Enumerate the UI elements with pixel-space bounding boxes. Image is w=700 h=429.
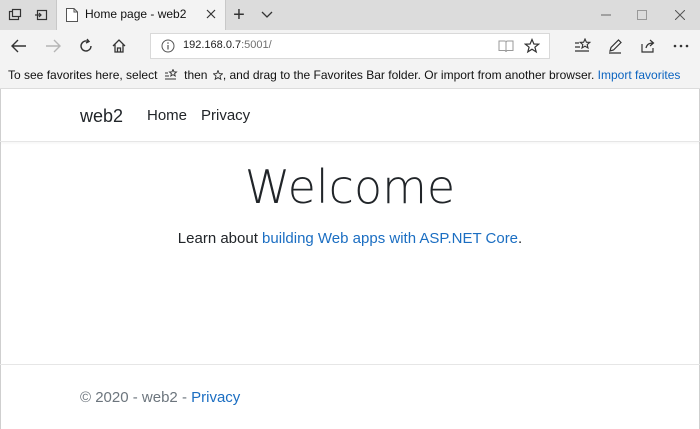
learn-prefix: Learn about (177, 230, 263, 247)
url-text[interactable]: 192.168.0.7:5001/ (183, 39, 272, 51)
address-bar[interactable]: 192.168.0.7:5001/ (150, 33, 550, 59)
browser-tab[interactable]: Home page - web2 (56, 0, 226, 30)
page-heading: Welcome (244, 160, 456, 214)
learn-suffix: . (518, 230, 523, 247)
favorites-hub-small-icon (164, 68, 178, 84)
url-host: 192.168.0.7 (183, 39, 242, 51)
browser-toolbar: 192.168.0.7:5001/ (0, 30, 700, 62)
home-icon[interactable] (108, 35, 130, 57)
back-icon[interactable] (8, 35, 30, 57)
tab-title: Home page - web2 (85, 7, 187, 21)
site-info-icon[interactable] (159, 37, 177, 55)
tab-list-chevron-icon[interactable] (258, 6, 276, 24)
tab-close-icon[interactable] (205, 7, 217, 25)
set-aside-tabs-icon[interactable] (6, 6, 24, 24)
footer-text: © 2020 - web2 - Privacy (80, 389, 240, 406)
learn-about-text: Learn about building Web apps with ASP.N… (0, 230, 700, 247)
close-icon[interactable] (662, 0, 698, 30)
import-favorites-link[interactable]: Import favorites (598, 68, 681, 82)
footer-copyright: © 2020 - web2 - (80, 389, 192, 406)
star-small-icon (212, 69, 224, 83)
new-tab-button[interactable]: + (230, 4, 248, 26)
share-icon[interactable] (637, 35, 659, 57)
more-dots-icon[interactable] (670, 35, 692, 57)
site-brand[interactable]: web2 (80, 106, 123, 127)
refresh-icon[interactable] (75, 35, 97, 57)
aspnet-docs-link[interactable]: building Web apps with ASP.NET Core (262, 230, 518, 247)
footer-privacy-link[interactable]: Privacy (191, 389, 240, 406)
notes-pen-icon[interactable] (604, 35, 626, 57)
tab-preview-icon[interactable] (32, 6, 50, 24)
favbar-text-1: To see favorites here, select (8, 68, 158, 82)
favbar-text-3: , and drag to the Favorites Bar folder. … (222, 68, 595, 82)
minimize-icon[interactable] (588, 0, 624, 30)
maximize-icon[interactable] (624, 0, 660, 30)
title-bar: Home page - web2 + (0, 0, 700, 30)
nav-link-home[interactable]: Home (147, 107, 187, 124)
forward-icon[interactable] (42, 35, 64, 57)
page-favicon (63, 6, 81, 24)
site-footer: © 2020 - web2 - Privacy (0, 364, 700, 429)
url-port-path: :5001/ (241, 39, 272, 51)
favorites-hub-icon[interactable] (572, 35, 594, 57)
favorites-bar-message: To see favorites here, select then , and… (8, 68, 680, 84)
favbar-text-2: then (184, 68, 208, 82)
favorite-star-icon[interactable] (523, 37, 541, 55)
nav-link-privacy[interactable]: Privacy (201, 107, 250, 124)
reading-view-icon[interactable] (497, 37, 515, 55)
favorites-bar: To see favorites here, select then , and… (0, 62, 700, 89)
site-navbar: web2 Home Privacy (0, 89, 700, 142)
